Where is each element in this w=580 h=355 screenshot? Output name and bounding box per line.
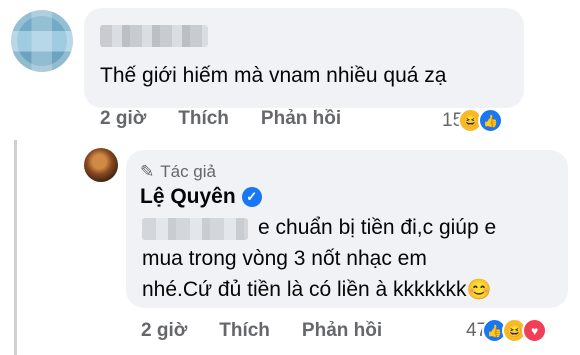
reply-time[interactable]: 2 giờ: [141, 320, 187, 342]
comment-text: Thế giới hiếm mà vnam nhiều quá zạ: [100, 64, 447, 87]
comment-reactions[interactable]: 15 😆 👍: [442, 108, 504, 133]
reply-bubble: ✎ Tác giả Lệ Quyên ✓ e chuẩn bị tiền đi,…: [126, 150, 568, 308]
author-name-row: Lệ Quyên ✓: [140, 185, 262, 209]
reply-text-line2: mua trong vòng 3 nốt nhạc em: [142, 247, 427, 270]
reply-reply-button[interactable]: Phản hồi: [302, 320, 382, 342]
reply-button[interactable]: Phản hồi: [261, 108, 341, 130]
reply-text-line1: e chuẩn bị tiền đi,c giúp e: [258, 216, 497, 239]
verified-badge-icon: ✓: [241, 187, 262, 207]
comment-actions: 2 giờ Thích Phản hồi: [100, 108, 341, 130]
mention-blurred[interactable]: [142, 218, 248, 240]
reply-actions: 2 giờ Thích Phản hồi: [141, 320, 382, 342]
reply-reactions[interactable]: 47 👍 😆 ♥: [466, 318, 548, 343]
thread-line: [14, 140, 17, 355]
pencil-icon: ✎: [140, 162, 155, 181]
commenter-name-blurred[interactable]: [100, 25, 208, 47]
comment-bubble: Thế giới hiếm mà vnam nhiều quá zạ: [84, 8, 524, 108]
love-icon: ♥: [522, 318, 548, 343]
commenter-avatar-blurred[interactable]: [11, 10, 73, 72]
author-badge-label: Tác giả: [160, 162, 216, 181]
reply-text-line3: nhé.Cứ đủ tiền là có liền à kkkkkkk😊: [142, 274, 491, 306]
smile-emoji-icon: 😊: [466, 279, 492, 301]
author-badge: ✎ Tác giả: [140, 162, 216, 182]
comment-time[interactable]: 2 giờ: [100, 108, 146, 130]
like-icon: 👍: [478, 108, 504, 133]
like-button[interactable]: Thích: [178, 108, 229, 130]
reply-like-button[interactable]: Thích: [219, 320, 270, 342]
reply-text-line3-text: nhé.Cứ đủ tiền là có liền à kkkkkkk: [142, 278, 467, 301]
author-avatar[interactable]: [84, 148, 118, 182]
author-name[interactable]: Lệ Quyên: [140, 185, 236, 209]
